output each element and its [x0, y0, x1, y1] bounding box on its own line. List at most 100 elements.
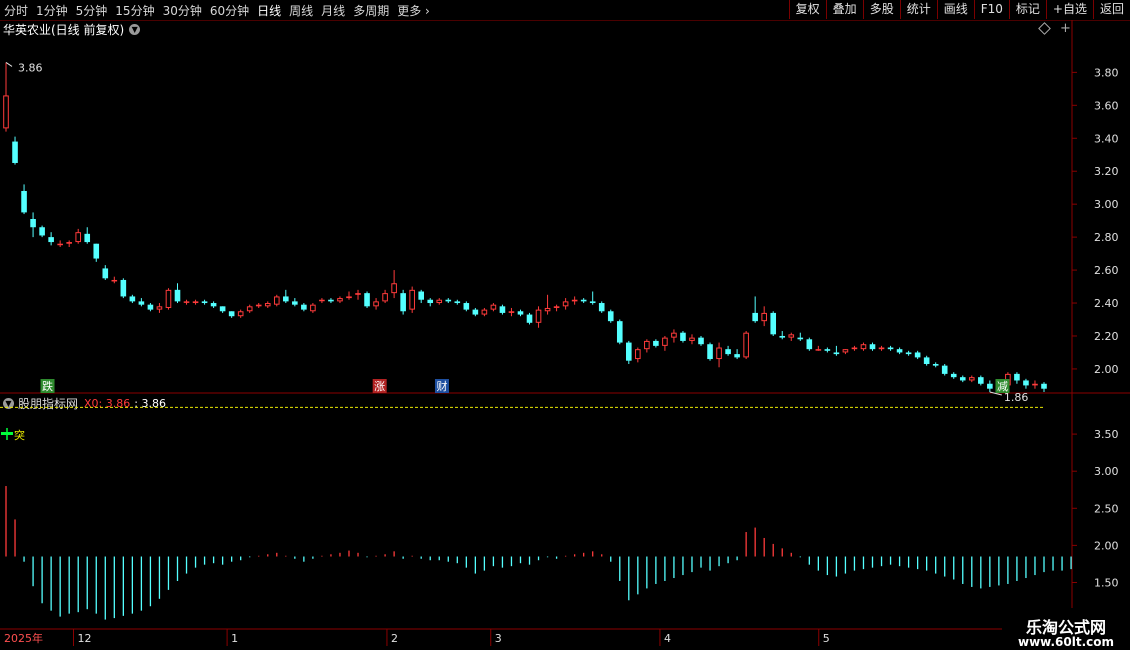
candle-body [481, 309, 488, 315]
candle [129, 294, 136, 304]
candle [66, 240, 72, 248]
high-label: 3.86 [18, 61, 43, 74]
y-tick-label: 3.00 [1094, 198, 1119, 211]
candle [923, 355, 930, 366]
candle [255, 303, 262, 308]
candle-body [734, 354, 740, 358]
candle [165, 288, 172, 310]
candle-body [635, 349, 641, 360]
y-tick-label: 2.00 [1094, 363, 1119, 376]
candle [653, 339, 659, 348]
candle-body [463, 303, 470, 310]
candle [102, 265, 109, 280]
candle-body [517, 311, 524, 315]
candle-body [680, 332, 686, 341]
y-tick-label: 3.80 [1094, 66, 1119, 79]
candle [219, 306, 226, 313]
candle-body [842, 349, 849, 353]
y-tick-label: 3.60 [1094, 99, 1119, 112]
candle [824, 347, 831, 353]
candle-body [526, 314, 533, 323]
event-badge: 财 [434, 379, 449, 393]
candle-body [851, 347, 858, 350]
candle [797, 332, 804, 341]
month-label: 4 [664, 632, 671, 645]
candle [210, 301, 217, 308]
candle [716, 342, 722, 368]
candle-body [978, 377, 984, 384]
candle-body [571, 299, 578, 302]
candle-body [138, 301, 145, 305]
candle-body [21, 190, 27, 213]
candle [418, 289, 424, 304]
candle-body [310, 304, 316, 312]
candle [120, 278, 127, 299]
candle-body [48, 237, 54, 243]
candle [48, 232, 54, 246]
candle [806, 337, 813, 351]
candle [39, 225, 45, 238]
candle [463, 301, 470, 312]
candle [156, 303, 163, 313]
candle-body [39, 227, 45, 236]
candle [3, 62, 9, 132]
candle [454, 299, 461, 305]
candle-body [743, 332, 749, 358]
candle [626, 340, 632, 364]
candle [571, 296, 578, 305]
candle-body [237, 311, 244, 317]
candle-body [535, 309, 542, 323]
candle-body [102, 268, 109, 279]
event-badge-label: 涨 [374, 380, 385, 393]
ind-tick-label: 3.00 [1094, 465, 1119, 478]
watermark: 乐淘公式网 www.60lt.com [1002, 608, 1130, 650]
candle [174, 283, 181, 304]
candle-body [987, 383, 993, 389]
candle-body [472, 309, 479, 315]
chart-canvas[interactable]: 3.80 3.60 3.40 3.20 3.00 2.80 2.60 2.40 2.20 2.00… [0, 0, 1130, 650]
candle [1014, 372, 1020, 384]
candle-body [941, 365, 948, 374]
candle [752, 296, 758, 323]
candle-body [887, 347, 894, 350]
candle [436, 298, 443, 305]
candle-body [607, 311, 614, 322]
candle [589, 291, 596, 305]
candle [761, 306, 767, 327]
candle [671, 329, 677, 343]
candle [878, 345, 885, 351]
candle [445, 298, 452, 304]
candle-body [1032, 383, 1038, 386]
candle-body [544, 307, 551, 312]
candle-body [174, 289, 181, 302]
event-badge-label: 跌 [42, 379, 53, 393]
candle-body [1014, 373, 1020, 381]
candle [346, 291, 352, 300]
candle [328, 298, 334, 304]
candle-body [246, 306, 253, 312]
candle-body [580, 299, 587, 302]
candle [950, 372, 957, 379]
candle [553, 304, 560, 312]
candle-body [860, 344, 867, 350]
y-tick-label: 3.20 [1094, 165, 1119, 178]
event-badge-label: 减 [997, 380, 1008, 393]
y-tick-label: 2.80 [1094, 231, 1119, 244]
candle-body [896, 349, 903, 353]
candle [111, 276, 118, 284]
candle [544, 294, 551, 315]
candle [635, 347, 641, 363]
high-pointer [5, 62, 13, 67]
ind-tick-label: 3.50 [1094, 428, 1119, 441]
candle-body [201, 301, 208, 304]
candle [21, 184, 27, 215]
candle [301, 303, 307, 312]
candle-body [932, 363, 939, 366]
candle [959, 375, 966, 383]
candle [138, 298, 145, 307]
candle-body [1023, 380, 1029, 386]
candle-body [210, 303, 217, 307]
month-label: 5 [823, 632, 830, 645]
candle [228, 311, 235, 318]
candle-body [12, 141, 18, 163]
